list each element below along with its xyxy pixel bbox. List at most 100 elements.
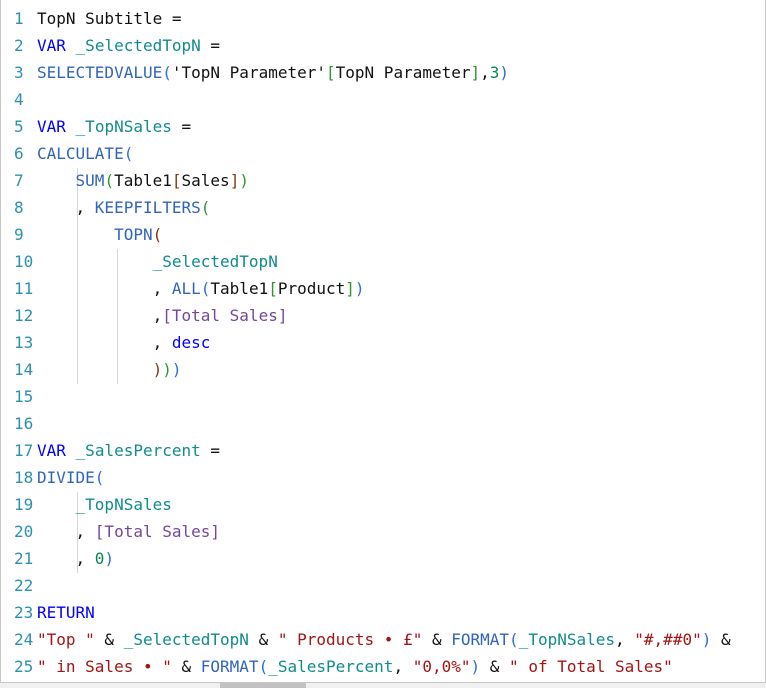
- line-number: 24: [14, 630, 34, 649]
- code-text: ))): [37, 356, 182, 383]
- code-token: ): [152, 360, 163, 379]
- code-token: &: [248, 630, 278, 649]
- code-token: Table1: [114, 171, 172, 190]
- line-number: 9: [14, 225, 24, 244]
- code-token: &: [711, 630, 731, 649]
- line-number: 16: [14, 414, 34, 433]
- code-token: "#,##0": [634, 630, 702, 649]
- code-token: KEEPFILTERS: [94, 198, 201, 217]
- code-token: (: [200, 198, 211, 217]
- code-token: ): [104, 549, 115, 568]
- code-text: , ALL(Table1[Product]): [37, 275, 365, 302]
- line-number: 5: [14, 117, 24, 136]
- line-number: 8: [14, 198, 24, 217]
- code-token: (: [94, 468, 105, 487]
- line-number: 2: [14, 36, 24, 55]
- code-token: _SelectedTopN: [152, 252, 278, 271]
- code-token: SELECTEDVALUE: [37, 63, 163, 82]
- line-number: 18: [14, 468, 34, 487]
- code-text: " in Sales • " & FORMAT(_SalesPercent, "…: [37, 653, 673, 680]
- code-token: ): [470, 657, 481, 676]
- code-token: =: [200, 36, 221, 55]
- code-token: " of Total Sales": [509, 657, 673, 676]
- code-token: ): [701, 630, 712, 649]
- code-text: SUM(Table1[Sales]): [37, 167, 249, 194]
- code-token: Table1: [210, 279, 269, 298]
- dax-formula-editor[interactable]: 1 TopN Subtitle = 2 VAR _SelectedTopN = 3 SEL…: [0, 0, 766, 683]
- horizontal-scrollbar[interactable]: [0, 683, 766, 688]
- line-number: 25: [14, 657, 34, 676]
- line-number: 23: [14, 603, 34, 622]
- code-token: ,: [37, 333, 172, 352]
- line-number: 6: [14, 144, 24, 163]
- code-token: " in Sales • ": [37, 657, 172, 676]
- code-text: , 0): [37, 545, 115, 572]
- code-token: _SalesPercent: [268, 657, 394, 676]
- line-number: 3: [14, 63, 24, 82]
- code-token: _SelectedTopN: [123, 630, 249, 649]
- code-token: ): [499, 63, 510, 82]
- code-token: FORMAT: [200, 657, 259, 676]
- code-text: VAR _SelectedTopN =: [37, 32, 220, 59]
- code-token: [: [268, 279, 278, 298]
- code-token: ,: [37, 306, 163, 325]
- code-token: ,: [37, 279, 172, 298]
- line-number: 17: [14, 441, 34, 460]
- code-token: [Total Sales]: [162, 306, 288, 325]
- code-token: SUM: [75, 171, 105, 190]
- code-token: ,: [393, 657, 413, 676]
- code-text: SELECTEDVALUE('TopN Parameter'[TopN Para…: [37, 59, 509, 86]
- line-number: 13: [14, 333, 34, 352]
- code-token: (: [200, 279, 211, 298]
- code-token: " Products • £": [277, 630, 423, 649]
- code-token: (: [162, 63, 172, 82]
- code-token: ]: [470, 63, 481, 82]
- code-token: &: [480, 657, 510, 676]
- code-token: TopN Subtitle =: [37, 9, 182, 28]
- code-token: ,: [37, 522, 95, 541]
- code-text: TopN Subtitle =: [37, 5, 182, 32]
- code-token: 3: [489, 63, 500, 82]
- code-text: VAR _TopNSales =: [37, 113, 191, 140]
- code-text: _SelectedTopN: [37, 248, 278, 275]
- code-token: RETURN: [37, 603, 95, 622]
- line-number: 14: [14, 360, 34, 379]
- code-token: ALL: [171, 279, 201, 298]
- code-token: _SelectedTopN: [75, 36, 201, 55]
- line-number: 21: [14, 549, 34, 568]
- code-token: (: [258, 657, 269, 676]
- code-token: VAR: [37, 36, 66, 55]
- code-text: _TopNSales: [37, 491, 172, 518]
- code-token: TopN Parameter: [335, 63, 471, 82]
- horizontal-scrollbar-thumb[interactable]: [220, 683, 306, 688]
- code-token: ): [171, 360, 182, 379]
- code-token: VAR: [37, 117, 66, 136]
- code-token: "Top ": [37, 630, 95, 649]
- code-text: DIVIDE(: [37, 464, 104, 491]
- line-number: 15: [14, 387, 34, 406]
- code-token: [: [171, 171, 182, 190]
- code-token: (: [509, 630, 519, 649]
- code-token: ,: [37, 198, 95, 217]
- code-token: "0,0%": [412, 657, 471, 676]
- line-number: 1: [14, 9, 24, 28]
- code-text: CALCULATE(: [37, 140, 133, 167]
- code-token: ): [239, 171, 249, 190]
- code-token: ): [162, 360, 172, 379]
- code-text: , desc: [37, 329, 211, 356]
- code-token: (: [152, 225, 163, 244]
- code-token: (: [104, 171, 115, 190]
- code-token: [: [326, 63, 336, 82]
- line-number: 4: [14, 90, 24, 109]
- code-token: ]: [229, 171, 240, 190]
- code-token: _TopNSales: [75, 117, 172, 136]
- code-text: , [Total Sales]: [37, 518, 221, 545]
- code-token: CALCULATE: [37, 144, 124, 163]
- code-text: RETURN: [37, 599, 95, 626]
